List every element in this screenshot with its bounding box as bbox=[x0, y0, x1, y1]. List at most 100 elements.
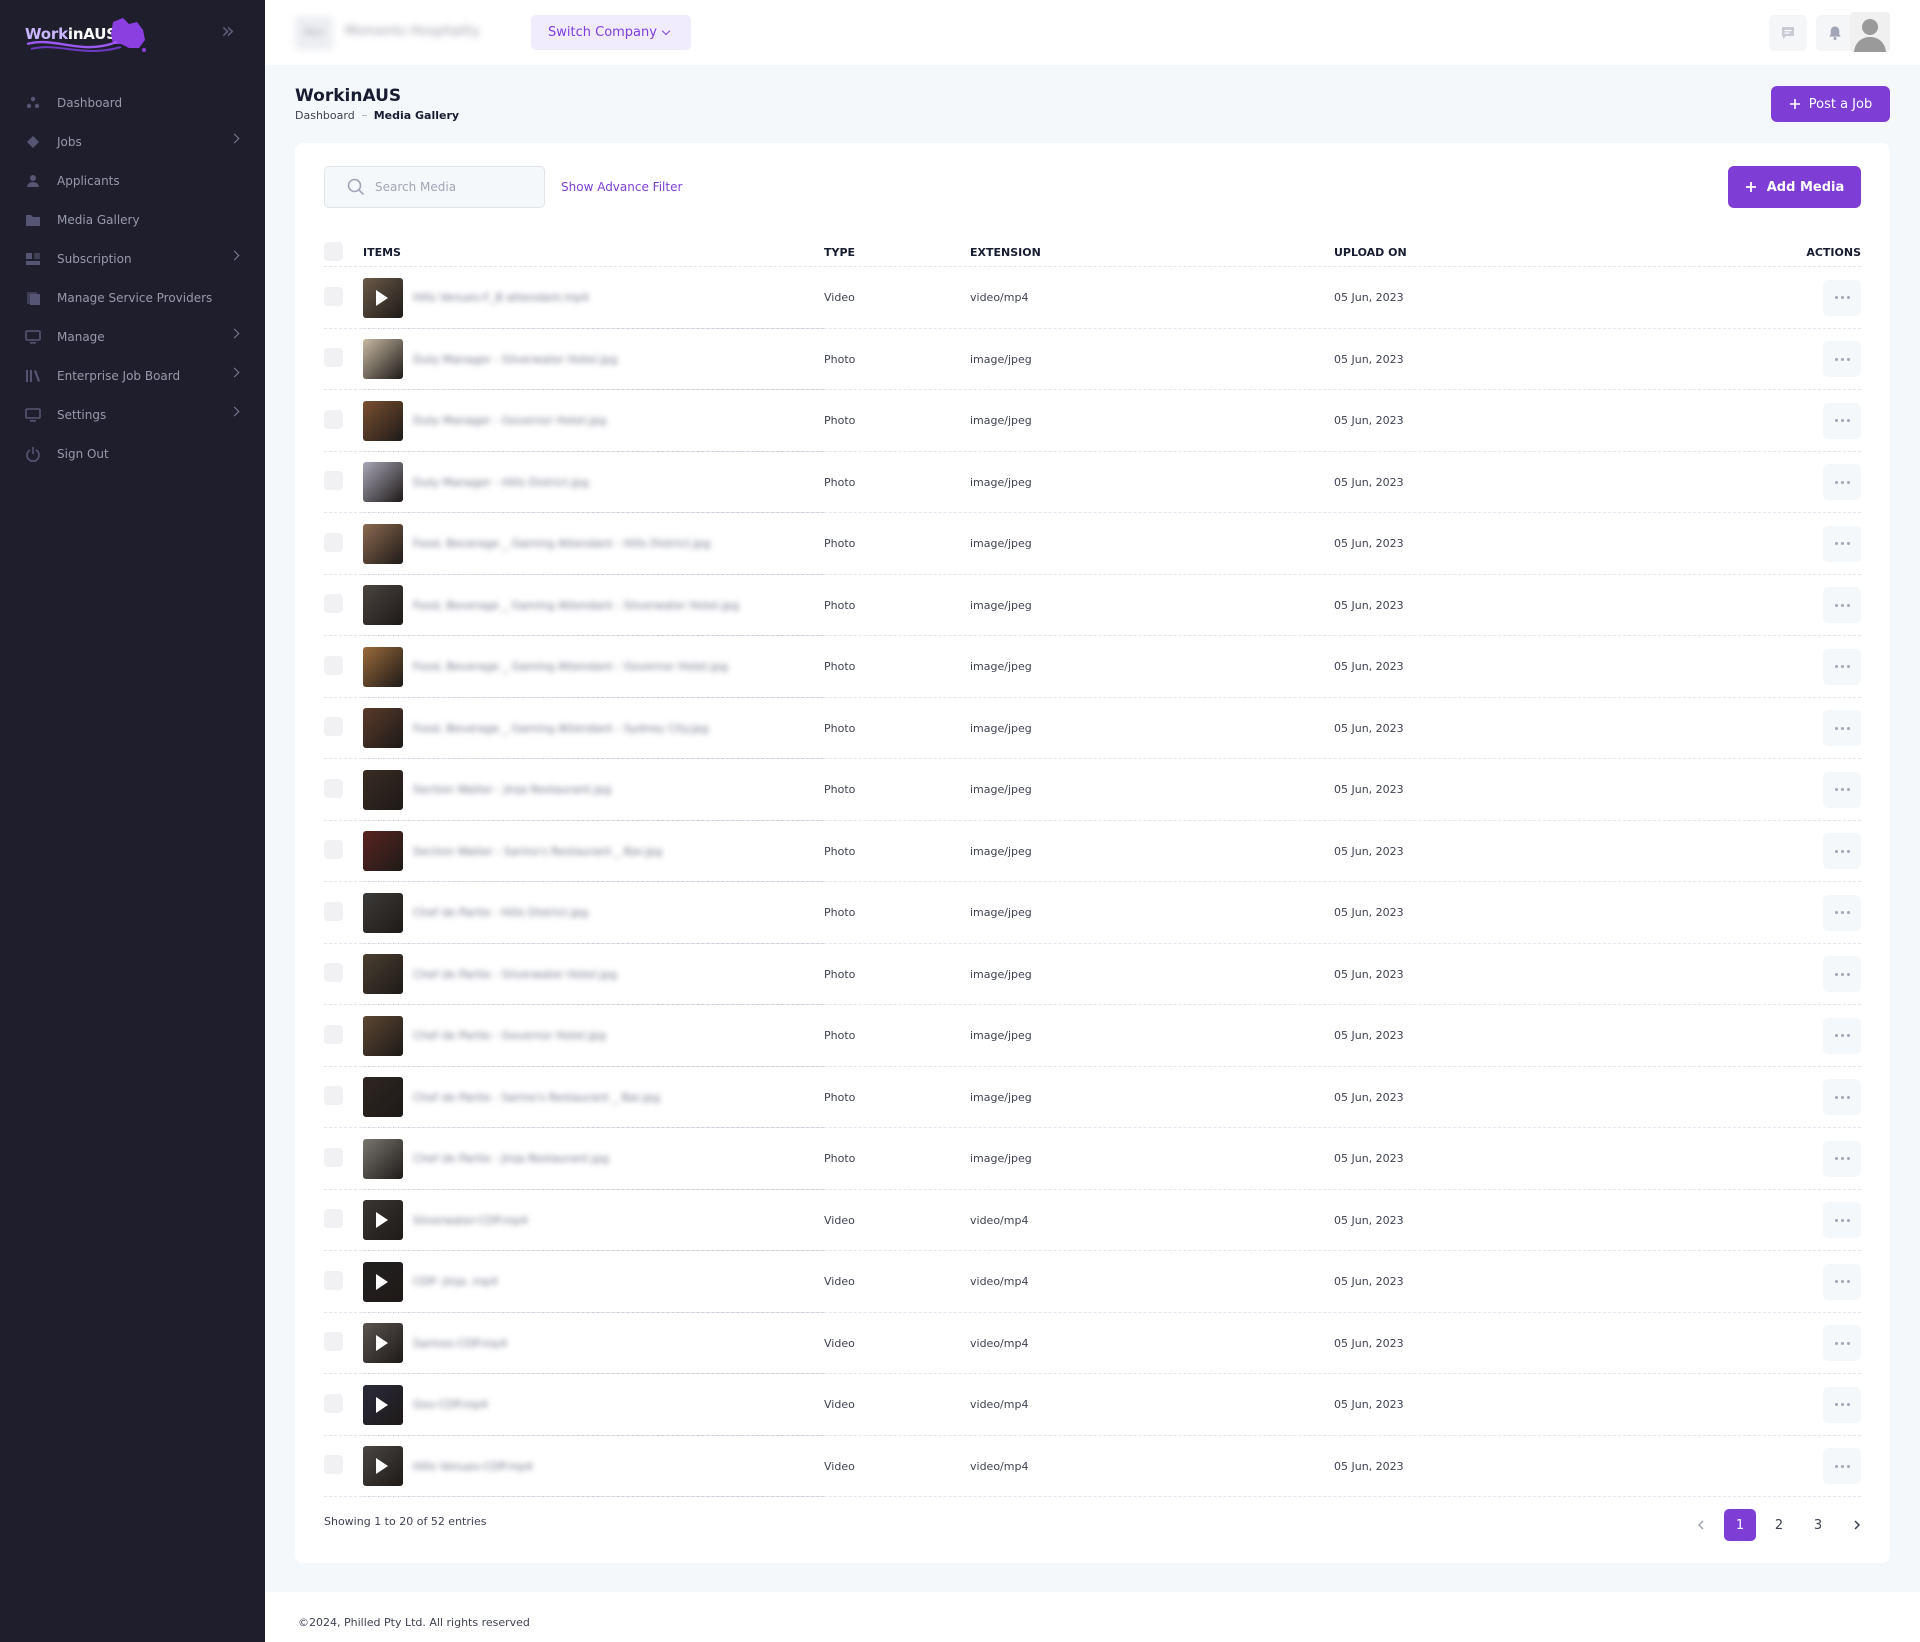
table-row[interactable]: Chef de Partie - Hills District.jpg Photo… bbox=[324, 882, 1861, 944]
prev-page-button[interactable] bbox=[1685, 1509, 1717, 1541]
header-type[interactable]: TYPE bbox=[824, 246, 970, 259]
more-actions-icon[interactable] bbox=[1823, 956, 1861, 993]
more-actions-icon[interactable] bbox=[1823, 894, 1861, 931]
more-actions-icon[interactable] bbox=[1823, 648, 1861, 685]
sidebar-item-subscription[interactable]: Subscription bbox=[0, 239, 265, 278]
table-row[interactable]: Gov-CDP.mp4 Video video/mp4 05 Jun, 2023 bbox=[324, 1374, 1861, 1436]
media-file-name[interactable]: Duty Manager - Governor Hotel.jpg bbox=[413, 414, 606, 427]
row-checkbox[interactable] bbox=[324, 1147, 343, 1167]
photo-thumbnail[interactable] bbox=[363, 1015, 403, 1056]
collapse-sidebar-icon[interactable]: » bbox=[216, 20, 240, 44]
page-3-button[interactable]: 3 bbox=[1802, 1509, 1834, 1541]
header-items[interactable]: ITEMS bbox=[363, 246, 824, 259]
table-row[interactable]: Chef de Partie - Governor Hotel.jpg Photo… bbox=[324, 1005, 1861, 1067]
next-page-button[interactable] bbox=[1841, 1509, 1873, 1541]
row-checkbox[interactable] bbox=[324, 778, 343, 798]
page-1-button[interactable]: 1 bbox=[1724, 1509, 1756, 1541]
sidebar-item-manage[interactable]: Manage bbox=[0, 317, 265, 356]
table-row[interactable]: Food, Beverage _ Gaming Attendant - Hill… bbox=[324, 513, 1861, 575]
row-checkbox[interactable] bbox=[324, 594, 343, 614]
row-checkbox[interactable] bbox=[324, 1024, 343, 1044]
sidebar-item-manage-service-providers[interactable]: Manage Service Providers bbox=[0, 278, 265, 317]
sidebar-item-enterprise-job-board[interactable]: Enterprise Job Board bbox=[0, 356, 265, 395]
sidebar-item-jobs[interactable]: Jobs bbox=[0, 122, 265, 161]
row-checkbox[interactable] bbox=[324, 1332, 343, 1352]
photo-thumbnail[interactable] bbox=[363, 462, 403, 503]
table-row[interactable]: Hills Venues-F_B attendant.mp4 Video video… bbox=[324, 267, 1861, 329]
sidebar-item-applicants[interactable]: Applicants bbox=[0, 161, 265, 200]
page-2-button[interactable]: 2 bbox=[1763, 1509, 1795, 1541]
photo-thumbnail[interactable] bbox=[363, 339, 403, 380]
row-checkbox[interactable] bbox=[324, 840, 343, 860]
more-actions-icon[interactable] bbox=[1823, 833, 1861, 870]
search-input[interactable]: Search Media bbox=[324, 166, 545, 208]
messages-button[interactable] bbox=[1769, 15, 1807, 51]
photo-thumbnail[interactable] bbox=[363, 400, 403, 441]
workinaus-logo[interactable]: WorkinAUS bbox=[25, 14, 146, 54]
row-checkbox[interactable] bbox=[324, 409, 343, 429]
media-file-name[interactable]: Hills Venues-CDP.mp4 bbox=[413, 1460, 533, 1473]
more-actions-icon[interactable] bbox=[1823, 464, 1861, 501]
row-checkbox[interactable] bbox=[324, 286, 343, 306]
more-actions-icon[interactable] bbox=[1823, 1448, 1861, 1485]
photo-thumbnail[interactable] bbox=[363, 708, 403, 749]
media-file-name[interactable]: Duty Manager - Hills District.jpg bbox=[413, 476, 589, 489]
video-thumbnail[interactable] bbox=[363, 277, 403, 318]
row-checkbox[interactable] bbox=[324, 901, 343, 921]
media-file-name[interactable]: Food, Beverage _ Gaming Attendant - Silv… bbox=[413, 599, 739, 612]
more-actions-icon[interactable] bbox=[1823, 710, 1861, 747]
media-file-name[interactable]: Duty Manager - Silverwater Hotel.jpg bbox=[413, 353, 617, 366]
more-actions-icon[interactable] bbox=[1823, 525, 1861, 562]
breadcrumb-dashboard[interactable]: Dashboard bbox=[295, 109, 355, 122]
table-row[interactable]: Section Waiter - Sarino's Restaurant _ B… bbox=[324, 821, 1861, 883]
table-row[interactable]: Sarinos-CDP.mp4 Video video/mp4 05 Jun, 202… bbox=[324, 1313, 1861, 1375]
media-file-name[interactable]: Chef de Partie - Hills District.jpg bbox=[413, 906, 588, 919]
table-row[interactable]: Food, Beverage _ Gaming Attendant - Sydn… bbox=[324, 698, 1861, 760]
table-row[interactable]: Food, Beverage _ Gaming Attendant - Silv… bbox=[324, 575, 1861, 637]
media-file-name[interactable]: Food, Beverage _ Gaming Attendant - Sydn… bbox=[413, 722, 708, 735]
video-thumbnail[interactable] bbox=[363, 1261, 403, 1302]
photo-thumbnail[interactable] bbox=[363, 1077, 403, 1118]
row-checkbox[interactable] bbox=[324, 471, 343, 491]
row-checkbox[interactable] bbox=[324, 1086, 343, 1106]
more-actions-icon[interactable] bbox=[1823, 587, 1861, 624]
header-upload-on[interactable]: UPLOAD ON bbox=[1334, 246, 1741, 259]
table-row[interactable]: Chef de Partie - Sarino's Restaurant _ B… bbox=[324, 1067, 1861, 1129]
video-thumbnail[interactable] bbox=[363, 1446, 403, 1487]
table-row[interactable]: Silverwater-CDP.mp4 Video video/mp4 05 Jun,… bbox=[324, 1190, 1861, 1252]
table-row[interactable]: Section Waiter - Jinja Restaurant.jpg Pho… bbox=[324, 759, 1861, 821]
table-row[interactable]: Duty Manager - Governor Hotel.jpg Photo im… bbox=[324, 390, 1861, 452]
video-thumbnail[interactable] bbox=[363, 1323, 403, 1364]
photo-thumbnail[interactable] bbox=[363, 646, 403, 687]
more-actions-icon[interactable] bbox=[1823, 1140, 1861, 1177]
media-file-name[interactable]: Silverwater-CDP.mp4 bbox=[413, 1214, 528, 1227]
more-actions-icon[interactable] bbox=[1823, 341, 1861, 378]
photo-thumbnail[interactable] bbox=[363, 769, 403, 810]
table-row[interactable]: Chef de Partie - Jinja Restaurant.jpg Pho… bbox=[324, 1128, 1861, 1190]
more-actions-icon[interactable] bbox=[1823, 1017, 1861, 1054]
photo-thumbnail[interactable] bbox=[363, 585, 403, 626]
media-file-name[interactable]: CDP- Jinja .mp4 bbox=[413, 1275, 498, 1288]
media-file-name[interactable]: Sarinos-CDP.mp4 bbox=[413, 1337, 507, 1350]
sidebar-item-settings[interactable]: Settings bbox=[0, 395, 265, 434]
table-row[interactable]: Chef de Partie - Silverwater Hotel.jpg Ph… bbox=[324, 944, 1861, 1006]
photo-thumbnail[interactable] bbox=[363, 892, 403, 933]
more-actions-icon[interactable] bbox=[1823, 279, 1861, 316]
row-checkbox[interactable] bbox=[324, 1393, 343, 1413]
media-file-name[interactable]: Chef de Partie - Governor Hotel.jpg bbox=[413, 1029, 606, 1042]
more-actions-icon[interactable] bbox=[1823, 771, 1861, 808]
table-row[interactable]: Duty Manager - Silverwater Hotel.jpg Phot… bbox=[324, 329, 1861, 391]
table-row[interactable]: CDP- Jinja .mp4 Video video/mp4 05 Jun, 202… bbox=[324, 1251, 1861, 1313]
row-checkbox[interactable] bbox=[324, 963, 343, 983]
photo-thumbnail[interactable] bbox=[363, 954, 403, 995]
more-actions-icon[interactable] bbox=[1823, 402, 1861, 439]
row-checkbox[interactable] bbox=[324, 655, 343, 675]
row-checkbox[interactable] bbox=[324, 717, 343, 737]
more-actions-icon[interactable] bbox=[1823, 1079, 1861, 1116]
photo-thumbnail[interactable] bbox=[363, 523, 403, 564]
sidebar-item-media-gallery[interactable]: Media Gallery bbox=[0, 200, 265, 239]
more-actions-icon[interactable] bbox=[1823, 1325, 1861, 1362]
add-media-button[interactable]: Add Media bbox=[1728, 166, 1861, 208]
media-file-name[interactable]: Hills Venues-F_B attendant.mp4 bbox=[413, 291, 589, 304]
media-file-name[interactable]: Chef de Partie - Jinja Restaurant.jpg bbox=[413, 1152, 609, 1165]
